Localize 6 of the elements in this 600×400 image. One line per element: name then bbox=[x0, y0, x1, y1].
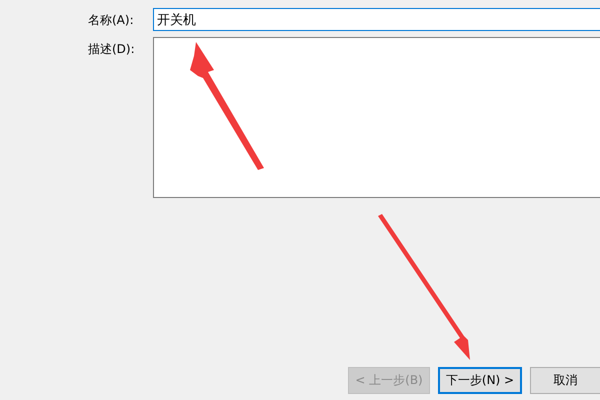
wizard-button[interactable]: 取消 bbox=[530, 367, 600, 394]
wizard-button[interactable]: 下一步(N) > bbox=[438, 367, 522, 394]
description-field[interactable] bbox=[153, 37, 600, 198]
name-label: 名称(A): bbox=[88, 12, 135, 29]
description-label: 描述(D): bbox=[88, 41, 136, 58]
name-input[interactable]: 开关机 bbox=[153, 8, 600, 31]
